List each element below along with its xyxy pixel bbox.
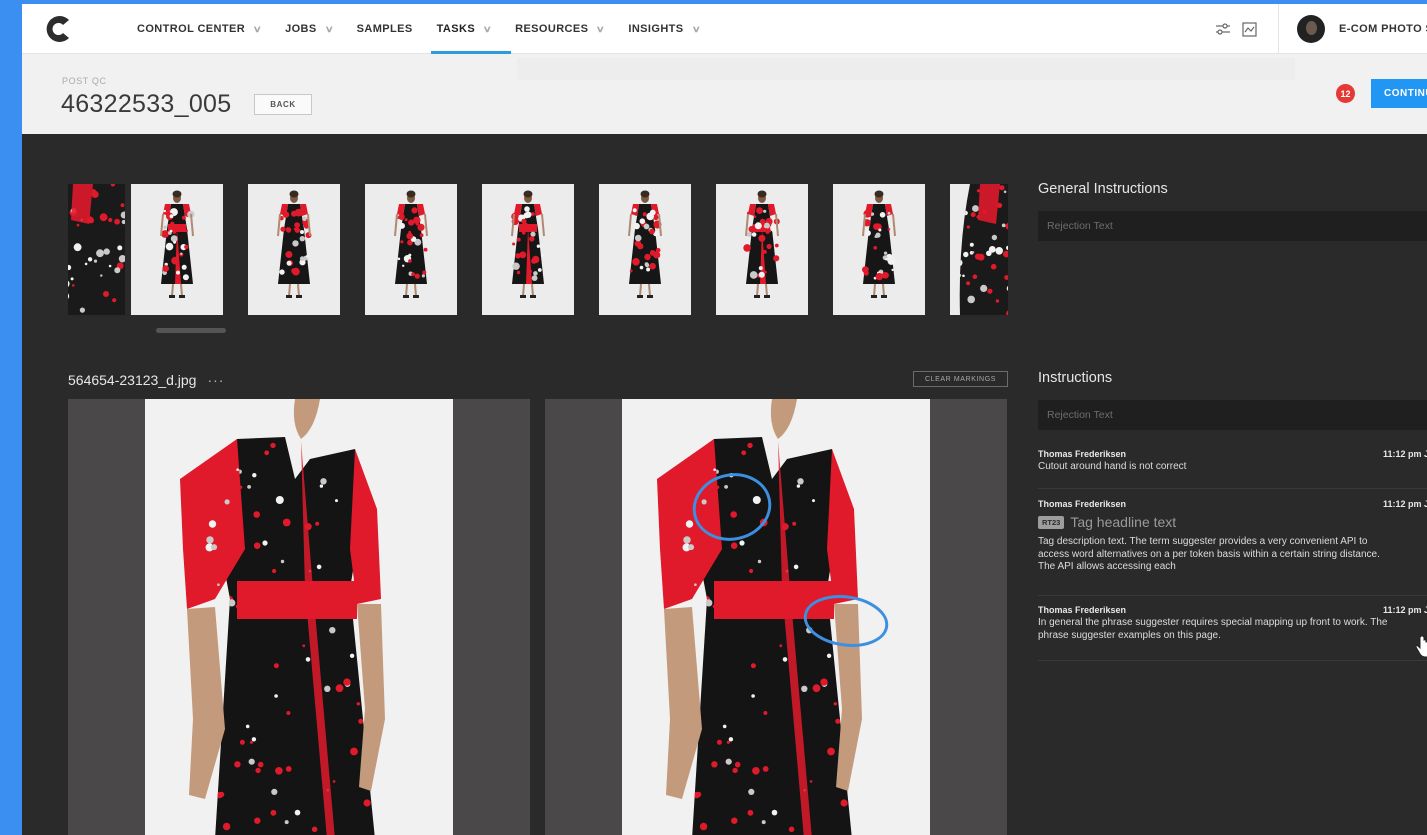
instructions-title: Instructions: [1038, 370, 1113, 386]
comment-text: Tag description text. The term suggester…: [1038, 536, 1380, 572]
thumbnail-item[interactable]: [833, 184, 925, 315]
chevron-down-icon: ∨: [324, 23, 335, 34]
notification-badge[interactable]: 12: [1336, 84, 1355, 103]
thumbnail-item[interactable]: [131, 184, 223, 315]
tag-headline: Tag headline text: [1070, 514, 1177, 530]
general-rejection-input[interactable]: [1038, 211, 1427, 241]
chevron-down-icon: ∨: [595, 23, 606, 34]
nav-jobs[interactable]: JOBS ∨: [285, 4, 347, 54]
main-nav: CONTROL CENTER ∨ JOBS ∨ SAMPLES TASKS ∨ RES…: [137, 4, 724, 54]
task-header: POST QC 46322533_005 BACK: [22, 54, 1427, 134]
comment-item: Thomas Frederiksen 11:12 pm Jan 12 In ge…: [1038, 605, 1427, 661]
chevron-down-icon: ∨: [691, 23, 701, 34]
breadcrumb: POST QC: [62, 76, 107, 86]
thumbnail-item[interactable]: [716, 184, 808, 315]
top-navigation: CONTROL CENTER ∨ JOBS ∨ SAMPLES TASKS ∨ RES…: [22, 4, 1427, 54]
sliders-icon[interactable]: [1214, 20, 1232, 38]
nav-tasks[interactable]: TASKS ∨: [430, 4, 512, 54]
tag-row: RT23 Tag headline text: [1038, 514, 1427, 530]
nav-insights[interactable]: INSIGHTS ∨: [628, 4, 713, 54]
more-options-icon[interactable]: ···: [207, 372, 224, 388]
clear-markings-button[interactable]: CLEAR MARKINGS: [913, 371, 1008, 387]
comment-author: Thomas Frederiksen: [1038, 499, 1127, 509]
comment-time: 11:12 pm Jan 12: [1383, 605, 1427, 615]
thumbnail-item[interactable]: [950, 184, 1008, 315]
original-image-viewer[interactable]: [68, 399, 530, 835]
chevron-down-icon: ∨: [252, 23, 263, 34]
product-photo: [145, 399, 453, 835]
continue-button[interactable]: CONTINUE: [1371, 79, 1427, 108]
page-title: 46322533_005: [61, 90, 232, 118]
app-window: CONTROL CENTER ∨ JOBS ∨ SAMPLES TASKS ∨ RES…: [22, 4, 1427, 835]
tag-badge[interactable]: RT23: [1038, 515, 1065, 529]
thumbnail-item[interactable]: [68, 184, 125, 315]
comment-author: Thomas Frederiksen: [1038, 605, 1127, 615]
avatar[interactable]: [1297, 15, 1325, 43]
thumbnail-item[interactable]: [482, 184, 574, 315]
nav-control-center[interactable]: CONTROL CENTER ∨: [137, 4, 275, 54]
comment-item: Thomas Frederiksen 11:12 pm Jan 12 RT23 …: [1038, 499, 1427, 596]
back-button[interactable]: BACK: [254, 94, 312, 115]
hand-cursor-icon: [1415, 636, 1427, 658]
instruction-rejection-input[interactable]: [1038, 400, 1427, 430]
comment-text: In general the phrase suggester requires…: [1038, 617, 1388, 641]
thumbnail-item[interactable]: [599, 184, 691, 315]
marked-image-viewer[interactable]: [545, 399, 1007, 835]
nav-samples[interactable]: SAMPLES: [357, 4, 427, 54]
product-photo-marked: [622, 399, 930, 835]
chevron-down-icon: ∨: [482, 23, 493, 34]
comment-item: Thomas Frederiksen 11:12 pm Jan 12 Cutou…: [1038, 449, 1427, 489]
thumbnail-scrollbar[interactable]: [156, 328, 226, 333]
comment-author: Thomas Frederiksen: [1038, 449, 1127, 459]
nav-divider: [1278, 4, 1279, 54]
logo-icon[interactable]: [42, 13, 74, 45]
thumbnail-item[interactable]: [365, 184, 457, 315]
studio-name[interactable]: E-COM PHOTO STUDIO: [1339, 23, 1427, 35]
nav-right: E-COM PHOTO STUDIO: [1214, 4, 1427, 54]
chart-icon[interactable]: [1240, 20, 1258, 38]
comment-time: 11:12 pm Jan 12: [1383, 499, 1427, 509]
comment-time: 11:12 pm Jan 12: [1383, 449, 1427, 459]
comment-text: Cutout around hand is not correct: [1038, 461, 1187, 472]
image-filename: 564654-23123_d.jpg ···: [68, 372, 225, 388]
general-instructions-title: General Instructions: [1038, 181, 1168, 197]
thumbnail-strip[interactable]: [68, 184, 1008, 319]
thumbnail-item[interactable]: [248, 184, 340, 315]
nav-resources[interactable]: RESOURCES ∨: [515, 4, 618, 54]
